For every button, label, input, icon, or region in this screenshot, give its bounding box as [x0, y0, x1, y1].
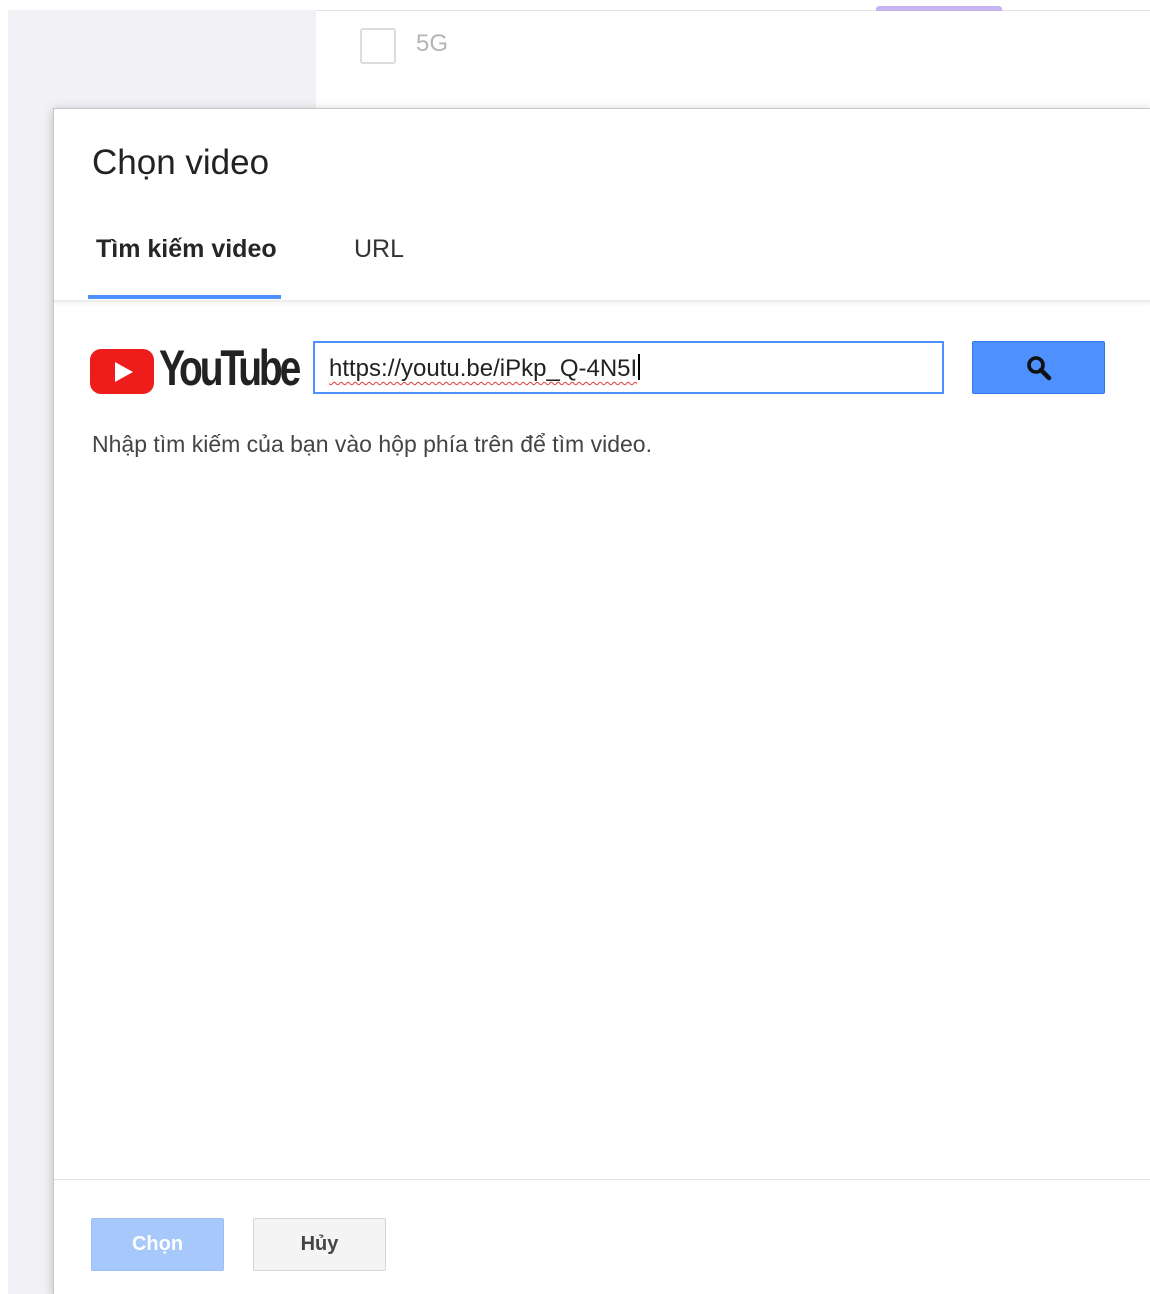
youtube-logo: YouTube	[90, 340, 301, 397]
select-video-dialog: Chọn video Tìm kiếm video URL YouTube ht…	[53, 108, 1150, 1294]
search-hint: Nhập tìm kiếm của bạn vào hộp phía trên …	[92, 431, 652, 457]
footer-divider	[54, 1179, 1150, 1180]
background-accent-bar	[876, 6, 1002, 11]
active-tab-indicator	[88, 295, 281, 299]
tab-search-video[interactable]: Tìm kiếm video	[96, 235, 277, 264]
option-checkbox[interactable]	[360, 28, 396, 64]
tab-url[interactable]: URL	[354, 235, 404, 264]
select-button[interactable]: Chọn	[91, 1218, 224, 1271]
tab-divider	[54, 300, 1150, 302]
dialog-title: Chọn video	[92, 143, 270, 182]
cancel-button[interactable]: Hủy	[253, 1218, 386, 1271]
youtube-play-icon	[90, 349, 154, 394]
option-label: 5G	[416, 30, 449, 57]
search-button[interactable]	[972, 341, 1105, 394]
video-search-input[interactable]	[313, 341, 944, 394]
youtube-wordmark: YouTube	[159, 340, 301, 396]
search-icon	[1027, 356, 1052, 381]
